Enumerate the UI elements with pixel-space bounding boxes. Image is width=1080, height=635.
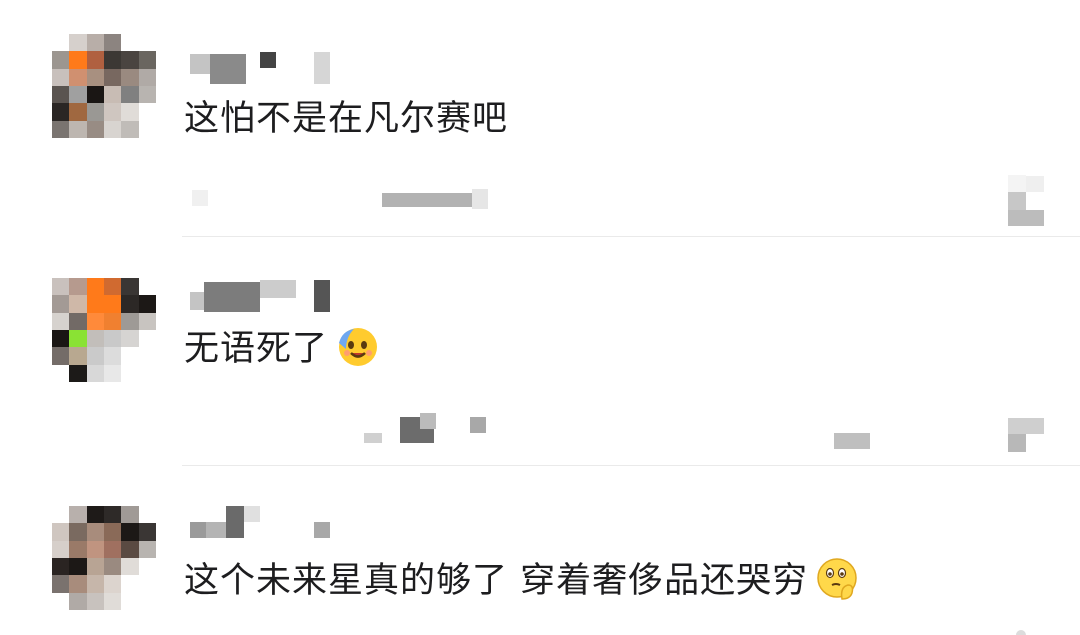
username[interactable]	[190, 504, 350, 544]
comment-item: 这个未来星真的够了 穿着奢侈品还哭穷	[0, 0, 1080, 635]
thinking-pleading-icon	[817, 557, 857, 600]
avatar[interactable]	[52, 278, 156, 382]
username[interactable]	[190, 278, 350, 318]
like-icon[interactable]	[1008, 418, 1044, 452]
comment-text: 无语死了	[184, 320, 380, 371]
avatar[interactable]	[52, 506, 156, 610]
comment-text: 这个未来星真的够了 穿着奢侈品还哭穷	[184, 552, 860, 603]
cold-sweat-smile-icon	[339, 327, 378, 366]
comment-meta	[184, 405, 1064, 455]
divider	[182, 465, 1080, 466]
divider	[182, 236, 1080, 237]
more-indicator	[1016, 630, 1026, 635]
